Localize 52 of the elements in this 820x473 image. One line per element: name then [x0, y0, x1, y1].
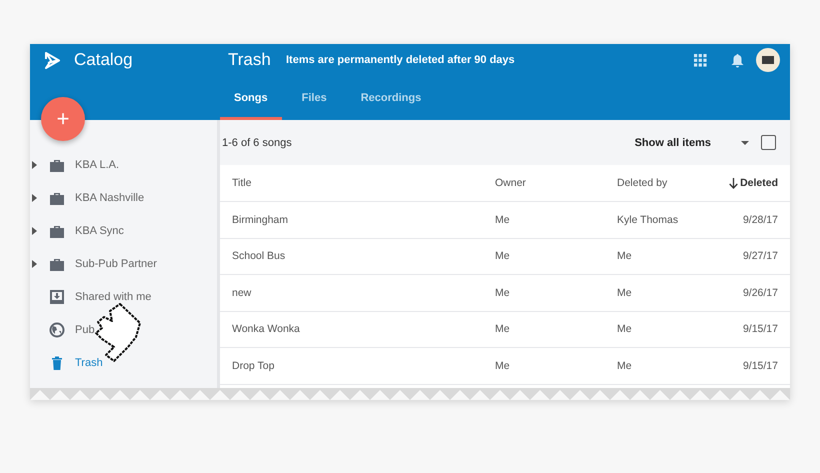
table-cell-text: Me [617, 250, 633, 262]
table-cell-text: 9/15/17 [742, 360, 779, 372]
table-cell-text: Me [617, 323, 633, 336]
table-cell-text: 9/15/17 [742, 323, 779, 336]
table-cell-text: Me [495, 360, 511, 372]
sort-down-arrow-icon [729, 178, 738, 188]
tab[interactable]: Files [288, 76, 341, 120]
table-cell-text: Kyle Thomas [617, 214, 680, 226]
bell-icon[interactable] [731, 52, 744, 68]
sidebar-item[interactable]: Pub [30, 313, 217, 346]
table-cell-text: Me [617, 360, 633, 372]
sidebar-item[interactable]: Shared with me [30, 280, 217, 313]
table-cell-text: Drop Top [231, 360, 276, 372]
table-cell-text: Me [495, 250, 511, 262]
sidebar-item[interactable]: KBA L.A. [30, 148, 217, 181]
app-name: Catalog [74, 50, 134, 70]
table-cell-text: 9/26/17 [742, 286, 779, 299]
logo-icon [44, 52, 60, 68]
tab[interactable]: Recordings [346, 76, 436, 120]
table-cell-text: Me [495, 323, 511, 336]
table-cell-text: Wonka Wonka [231, 323, 301, 336]
expand-caret-icon[interactable] [32, 260, 37, 268]
column-header[interactable]: Title [220, 177, 495, 189]
sidebar-item[interactable]: Trash [30, 346, 217, 379]
table-cell-text: new [231, 286, 252, 299]
table-cell-text: Me [617, 286, 633, 299]
inbox-icon [49, 288, 65, 304]
globe-icon [49, 322, 65, 338]
column-header[interactable]: Deleted [710, 177, 790, 189]
select-all-checkbox[interactable] [761, 135, 776, 150]
table-cell-text: 9/27/17 [742, 250, 779, 262]
sidebar-item[interactable]: KBA Nashville [30, 181, 217, 214]
table-cell-text: Me [495, 286, 511, 299]
column-header[interactable]: Deleted by [617, 177, 710, 189]
trash-notice: Items are permanently deleted after 90 days [286, 54, 516, 66]
item-count: 1-6 of 6 songs [222, 136, 293, 148]
table-cell-text: Birmingham [231, 214, 290, 226]
sidebar-item[interactable]: Sub-Pub Partner [30, 247, 217, 280]
expand-caret-icon[interactable] [32, 194, 37, 202]
table-cell-text: School Bus [231, 250, 286, 262]
trash-icon [49, 354, 65, 370]
expand-caret-icon[interactable] [32, 226, 37, 234]
expand-caret-icon[interactable] [32, 160, 37, 168]
sidebar-item[interactable]: KBA Sync [30, 214, 217, 247]
table-cell-text: 9/28/17 [742, 214, 779, 226]
table-cell-text: Me [495, 214, 511, 226]
column-header[interactable]: Owner [495, 177, 617, 189]
dropdown-caret-icon [741, 140, 749, 144]
page-title: Trash [228, 50, 272, 70]
apps-grid-icon[interactable] [694, 54, 707, 66]
avatar[interactable] [756, 48, 780, 72]
filter-dropdown[interactable]: Show all items [634, 136, 749, 148]
